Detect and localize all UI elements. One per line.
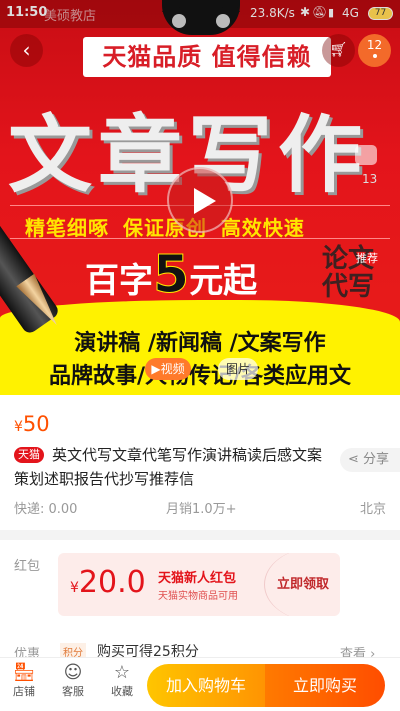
recommend-button[interactable]: 推荐 (356, 250, 378, 266)
image-count: 13 (362, 172, 378, 186)
share-button[interactable]: ⋖ 分享 (340, 448, 400, 472)
play-icon (194, 188, 216, 214)
banner-line2: 品牌故事/人物传记/各类应用文 (48, 364, 352, 389)
product-price: ¥50 (14, 412, 50, 436)
play-small-icon: ▶ (151, 362, 161, 376)
favorite-button[interactable]: ☆ 收藏 (106, 662, 138, 699)
store-button[interactable]: 🏪︎ 店铺 (8, 662, 40, 699)
purchase-buttons: 加入购物车 立即购买 (147, 664, 385, 707)
image-tab[interactable]: 图片 (218, 358, 258, 380)
cart-icon: 🛒︎ (329, 42, 348, 58)
banner-slogan: 天猫品质 值得信赖 (83, 37, 331, 77)
store-icon: 🏪︎ (12, 662, 36, 683)
coupon-desc: 天猫实物商品可用 (158, 591, 238, 602)
signal-icon: ▮ (328, 6, 335, 19)
banner-price: 百字5元起 (85, 245, 258, 306)
claim-coupon-button[interactable]: 立即领取 (264, 553, 340, 616)
chevron-left-icon: ‹ (22, 38, 31, 62)
play-button[interactable] (167, 167, 233, 233)
chat-face-icon: ☺ (63, 662, 83, 683)
back-button[interactable]: ‹ (10, 34, 43, 67)
shipping-fee: 快递: 0.00 (14, 502, 78, 517)
product-title: 英文代写文章代笔写作演讲稿读后感文案策划述职报告代抄写推荐信 (14, 446, 323, 488)
battery-icon: 77 (368, 7, 393, 20)
section-divider (0, 530, 400, 540)
product-title-block: 天猫 英文代写文章代笔写作演讲稿读后感文案策划述职报告代抄写推荐信 (14, 443, 334, 491)
cart-button[interactable]: 🛒︎ (322, 34, 355, 67)
add-to-cart-button[interactable]: 加入购物车 (147, 664, 265, 707)
customer-service-button[interactable]: ☺ 客服 (57, 662, 89, 699)
more-button[interactable]: 12 (358, 34, 391, 67)
tmall-tag: 天猫 (14, 447, 44, 463)
video-tab[interactable]: ▶视频 (145, 358, 191, 380)
status-time: 11:50 (6, 5, 48, 20)
buy-now-button[interactable]: 立即购买 (265, 664, 385, 707)
similar-icon[interactable] (355, 145, 377, 165)
cart-badge: 12 (366, 38, 383, 52)
banner-line1: 演讲稿 /新闻稿 /文案写作 (74, 331, 326, 356)
banner-features: 精笔细啄 保证原创 高效快速 (25, 216, 305, 240)
network-speed: 23.8K/s (250, 6, 295, 20)
coupon-label: 红包 (14, 559, 41, 574)
ship-location: 北京 (360, 502, 387, 517)
share-icon: ⋖ (348, 452, 364, 467)
mute-bell-icon: 🔕︎ (312, 5, 328, 19)
bottom-action-bar: 🏪︎ 店铺 ☺ 客服 ☆ 收藏 加入购物车 立即购买 (0, 657, 400, 711)
star-icon: ☆ (113, 662, 131, 683)
coupon-title: 天猫新人红包 (158, 571, 237, 586)
coupon-amount: ¥20.0 (70, 565, 146, 600)
monthly-sales: 月销1.0万+ (166, 502, 237, 517)
bluetooth-icon: ✱ (300, 5, 311, 19)
network-type: 4G (342, 6, 359, 20)
status-overlay-text: 美硕教店 (44, 9, 97, 24)
coupon-card: ¥20.0 天猫新人红包 天猫实物商品可用 立即领取 (58, 553, 340, 616)
